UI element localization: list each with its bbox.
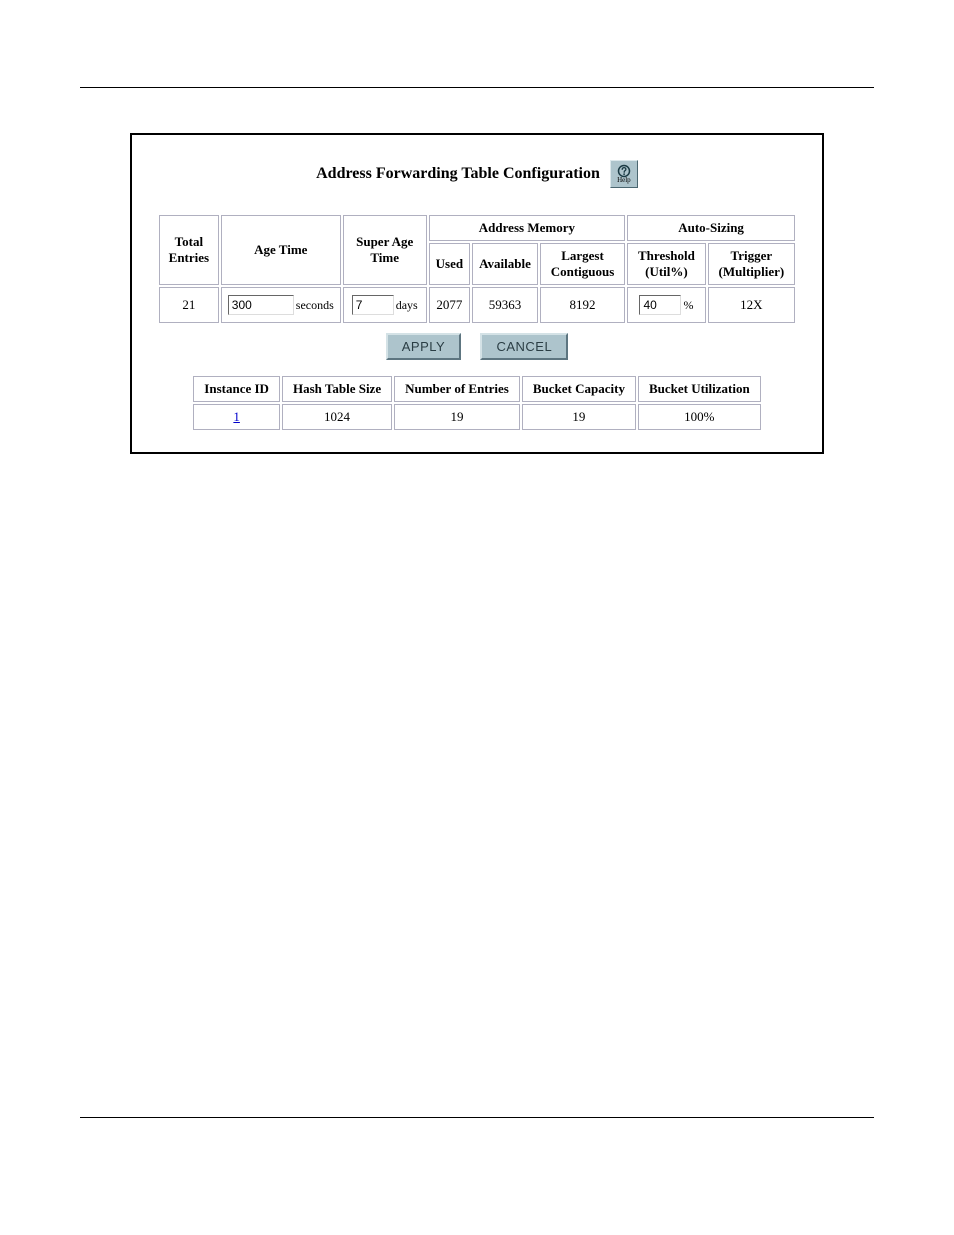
top-rule bbox=[80, 87, 874, 88]
cancel-button[interactable]: CANCEL bbox=[480, 333, 568, 360]
age-time-input[interactable] bbox=[228, 295, 294, 315]
th-available: Available bbox=[472, 243, 538, 285]
th-bucket-utilization: Bucket Utilization bbox=[638, 376, 761, 402]
config-data-row: 21 seconds days 2077 59363 8192 bbox=[159, 287, 795, 323]
val-total-entries: 21 bbox=[159, 287, 219, 323]
th-super-age-time: Super Age Time bbox=[343, 215, 427, 285]
th-total-entries: Total Entries bbox=[159, 215, 219, 285]
threshold-input[interactable] bbox=[639, 295, 681, 315]
val-trigger: 12X bbox=[708, 287, 795, 323]
th-trigger: Trigger (Multiplier) bbox=[708, 243, 795, 285]
super-age-time-input[interactable] bbox=[352, 295, 394, 315]
threshold-unit: % bbox=[683, 298, 693, 313]
val-hash-table-size: 1024 bbox=[282, 404, 392, 430]
instance-row: 1 1024 19 19 100% bbox=[193, 404, 760, 430]
th-used: Used bbox=[429, 243, 470, 285]
instance-table: Instance ID Hash Table Size Number of En… bbox=[191, 374, 762, 432]
val-largest-contiguous: 8192 bbox=[540, 287, 625, 323]
age-time-unit: seconds bbox=[296, 298, 334, 313]
apply-button[interactable]: APPLY bbox=[386, 333, 461, 360]
val-available: 59363 bbox=[472, 287, 538, 323]
bottom-rule bbox=[80, 1117, 874, 1118]
th-age-time: Age Time bbox=[221, 215, 341, 285]
config-panel: Address Forwarding Table Configuration H… bbox=[130, 133, 824, 454]
page-title: Address Forwarding Table Configuration bbox=[316, 165, 600, 183]
title-row: Address Forwarding Table Configuration H… bbox=[157, 160, 797, 188]
help-button-label: Help bbox=[617, 177, 631, 184]
config-table: Total Entries Age Time Super Age Time Ad… bbox=[157, 213, 797, 325]
th-address-memory: Address Memory bbox=[429, 215, 626, 241]
th-bucket-capacity: Bucket Capacity bbox=[522, 376, 636, 402]
val-number-of-entries: 19 bbox=[394, 404, 520, 430]
val-bucket-capacity: 19 bbox=[522, 404, 636, 430]
th-number-of-entries: Number of Entries bbox=[394, 376, 520, 402]
val-used: 2077 bbox=[429, 287, 470, 323]
help-button[interactable]: Help bbox=[610, 160, 638, 188]
val-bucket-utilization: 100% bbox=[638, 404, 761, 430]
th-auto-sizing: Auto-Sizing bbox=[627, 215, 795, 241]
th-instance-id: Instance ID bbox=[193, 376, 280, 402]
th-threshold: Threshold (Util%) bbox=[627, 243, 706, 285]
super-age-time-unit: days bbox=[396, 298, 418, 313]
instance-id-link[interactable]: 1 bbox=[233, 409, 240, 424]
th-largest-contiguous: Largest Contiguous bbox=[540, 243, 625, 285]
th-hash-table-size: Hash Table Size bbox=[282, 376, 392, 402]
action-bar: APPLY CANCEL bbox=[157, 333, 797, 360]
